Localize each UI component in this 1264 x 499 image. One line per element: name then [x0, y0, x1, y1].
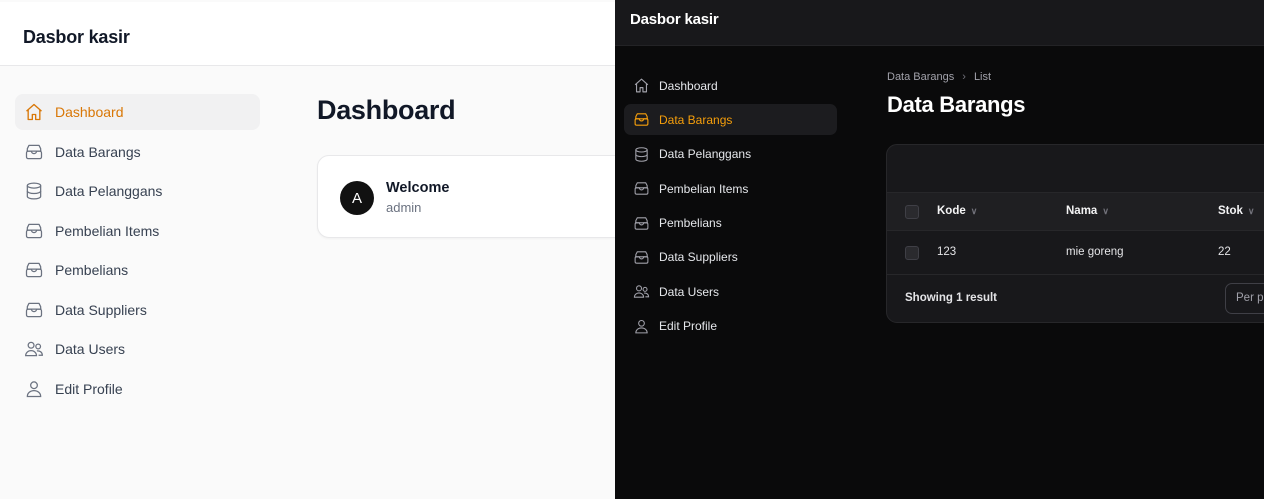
breadcrumb-item[interactable]: Data Barangs [887, 71, 954, 83]
sidebar-item-data-users[interactable]: Data Users [624, 276, 837, 307]
breadcrumb: Data Barangs › List [887, 71, 991, 83]
top-bar: Dasbor kasir [0, 2, 615, 66]
inbox-icon [633, 215, 650, 232]
database-icon [24, 181, 44, 201]
inbox-icon [633, 180, 650, 197]
sidebar-item-label: Data Pelanggans [55, 183, 163, 199]
column-header-nama[interactable]: Nama ∨ [1066, 205, 1109, 217]
page-title: Data Barangs [887, 92, 1026, 117]
sidebar-item-label: Pembelian Items [55, 222, 160, 239]
sidebar-item-data-users[interactable]: Data Users [15, 331, 260, 367]
inbox-icon [24, 142, 44, 162]
table-row[interactable]: 123 mie goreng 22 [887, 231, 1264, 275]
sidebar-item-data-pelanggans[interactable]: Data Pelanggans [15, 173, 260, 209]
brand-title[interactable]: Dasbor kasir [23, 27, 130, 48]
sidebar-item-label: Data Suppliers [659, 250, 738, 265]
sidebar-nav: Dashboard Data Barangs Data Pelanggans P… [15, 94, 260, 410]
table-footer: Showing 1 result Per page [887, 275, 1264, 322]
dark-data-barangs-screen: Dasbor kasir Dashboard Data Barangs Data… [615, 0, 1264, 499]
cell-nama: mie goreng [1066, 246, 1124, 258]
sidebar-item-pembelians[interactable]: Pembelians [15, 252, 260, 288]
sidebar-item-label: Data Barangs [55, 143, 141, 160]
brand-title[interactable]: Dasbor kasir [630, 11, 719, 28]
chevron-down-icon: ∨ [1102, 205, 1109, 216]
user-icon [633, 318, 650, 335]
users-icon [24, 339, 44, 359]
inbox-icon [633, 111, 650, 128]
sidebar-item-label: Edit Profile [55, 380, 123, 397]
chevron-right-icon: › [962, 71, 966, 83]
sidebar-item-data-barangs[interactable]: Data Barangs [15, 134, 260, 170]
inbox-icon [633, 249, 650, 266]
sidebar-item-data-suppliers[interactable]: Data Suppliers [15, 292, 260, 328]
sidebar-item-label: Pembelians [659, 216, 722, 231]
column-header-stok[interactable]: Stok ∨ [1218, 205, 1255, 217]
cell-kode: 123 [937, 246, 957, 258]
sidebar-item-data-suppliers[interactable]: Data Suppliers [624, 242, 837, 273]
row-checkbox[interactable] [905, 246, 919, 260]
column-label: Stok [1218, 205, 1243, 217]
sidebar-item-label: Dashboard [659, 78, 718, 93]
sidebar-item-dashboard[interactable]: Dashboard [624, 70, 837, 101]
sidebar-item-label: Data Users [55, 341, 126, 357]
inbox-icon [24, 221, 44, 241]
sidebar-item-dashboard[interactable]: Dashboard [15, 94, 260, 130]
sidebar-item-label: Data Users [659, 284, 720, 299]
avatar: A [340, 181, 374, 215]
welcome-heading: Welcome [386, 180, 450, 196]
sidebar-item-pembelian-items[interactable]: Pembelian Items [15, 213, 260, 249]
user-icon [24, 379, 44, 399]
inbox-icon [24, 300, 44, 320]
data-table: Kode ∨ Nama ∨ Stok ∨ 123 mie goreng 22 S… [886, 144, 1264, 323]
column-header-kode[interactable]: Kode ∨ [937, 205, 977, 217]
table-toolbar [887, 145, 1264, 193]
cell-stok: 22 [1218, 246, 1231, 258]
sidebar-item-pembelians[interactable]: Pembelians [624, 208, 837, 239]
chevron-down-icon: ∨ [970, 205, 978, 216]
per-page-select[interactable]: Per page [1225, 283, 1264, 314]
select-all-checkbox[interactable] [905, 205, 919, 219]
page-title: Dashboard [317, 95, 456, 125]
top-bar: Dasbor kasir [615, 0, 1264, 46]
chevron-down-icon: ∨ [1247, 205, 1255, 216]
sidebar-item-pembelian-items[interactable]: Pembelian Items [624, 173, 837, 204]
sidebar-item-label: Data Pelanggans [659, 147, 752, 162]
inbox-icon [24, 260, 44, 280]
sidebar-item-data-barangs[interactable]: Data Barangs [624, 104, 837, 136]
sidebar-item-edit-profile[interactable]: Edit Profile [624, 311, 837, 342]
sidebar-item-label: Pembelians [55, 262, 129, 278]
sidebar-item-label: Data Suppliers [55, 301, 147, 318]
users-icon [633, 283, 650, 300]
welcome-card: A Welcome admin [317, 155, 615, 238]
result-count: Showing 1 result [905, 292, 998, 304]
light-dashboard-screen: Dasbor kasir Dashboard Data Barangs Data… [0, 0, 615, 499]
home-icon [24, 102, 44, 122]
sidebar-nav: Dashboard Data Barangs Data Pelanggans P… [624, 70, 837, 345]
sidebar-item-edit-profile[interactable]: Edit Profile [15, 371, 260, 407]
sidebar-item-label: Data Barangs [659, 112, 733, 127]
database-icon [633, 146, 650, 163]
home-icon [633, 77, 650, 94]
table-header: Kode ∨ Nama ∨ Stok ∨ [887, 193, 1264, 231]
sidebar-item-label: Dashboard [55, 104, 124, 120]
username-text: admin [386, 200, 422, 215]
breadcrumb-item: List [973, 71, 992, 83]
sidebar-item-data-pelanggans[interactable]: Data Pelanggans [624, 139, 837, 170]
sidebar-item-label: Pembelian Items [659, 181, 749, 196]
sidebar-item-label: Edit Profile [659, 319, 718, 334]
column-label: Kode [937, 205, 966, 217]
column-label: Nama [1066, 205, 1098, 217]
